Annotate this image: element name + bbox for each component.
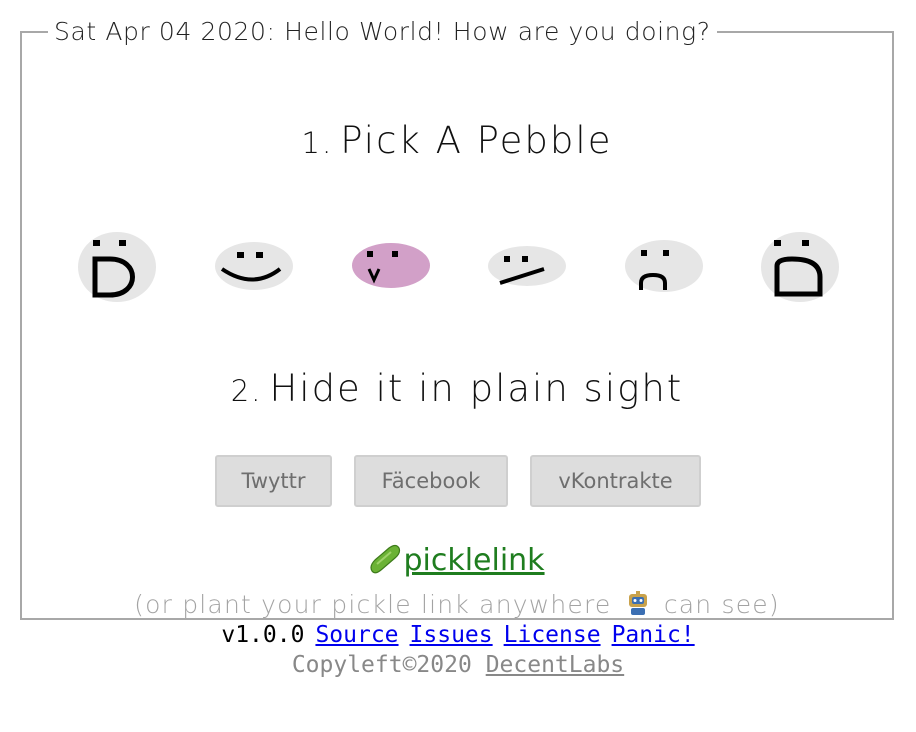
decentlabs-link[interactable]: DecentLabs [486, 652, 624, 678]
robot-icon [625, 590, 651, 622]
pebble-laughing[interactable] [78, 232, 156, 302]
step-2-heading: 2. Hide it in plain sight [22, 367, 892, 410]
issues-link[interactable]: Issues [410, 622, 493, 648]
smiling-face-icon [220, 252, 282, 282]
pebble-shocked[interactable] [761, 232, 839, 302]
facebook-button[interactable]: Fäcebook [354, 455, 508, 507]
pebble-skeptical[interactable] [488, 246, 566, 286]
plant-hint: (or plant your pickle link anywhere can … [22, 590, 892, 622]
license-link[interactable]: License [504, 622, 601, 648]
copyleft-label: Copyleft©2020 [291, 652, 472, 678]
facebook-label: Fäcebook [381, 469, 481, 493]
pickle-link-row: picklelink [22, 543, 892, 582]
step-2-text: Hide it in plain sight [269, 367, 684, 410]
step-2-number: 2. [230, 374, 263, 408]
plant-hint-after: can see) [663, 590, 780, 619]
vkontrakte-label: vKontrakte [558, 469, 673, 493]
sad-face-icon [639, 250, 669, 290]
date-greeting: Sat Apr 04 2020: Hello World! How are yo… [54, 17, 711, 46]
step-1-heading: 1. Pick A Pebble [22, 119, 892, 162]
main-panel: Sat Apr 04 2020: Hello World! How are yo… [20, 17, 894, 622]
source-link[interactable]: Source [315, 622, 398, 648]
copyleft-row: Copyleft©2020 DecentLabs [0, 652, 916, 678]
panic-link[interactable]: Panic! [612, 622, 695, 648]
step-1-number: 1. [301, 126, 334, 160]
laughing-face-icon [92, 240, 135, 298]
step-1-text: Pick A Pebble [340, 119, 613, 162]
pickle-link-text: picklelink [403, 543, 545, 578]
cucumber-icon [369, 544, 401, 582]
twyttr-label: Twyttr [241, 469, 306, 493]
vkontrakte-button[interactable]: vKontrakte [530, 455, 701, 507]
skeptical-face-icon [499, 256, 545, 285]
pebble-sad[interactable] [625, 240, 703, 292]
pebble-smiling[interactable] [215, 242, 293, 290]
twyttr-button[interactable]: Twyttr [215, 455, 332, 507]
smug-face-icon [367, 251, 398, 284]
version-label: v1.0.0 [221, 622, 305, 648]
footer-links-row: v1.0.0 Source Issues License Panic! [0, 622, 916, 648]
pebble-smug[interactable] [352, 243, 430, 288]
pickle-link[interactable]: picklelink [369, 543, 545, 578]
pebble-picker [22, 229, 892, 309]
plant-hint-before: (or plant your pickle link anywhere [134, 590, 612, 619]
shocked-face-icon [774, 240, 823, 297]
